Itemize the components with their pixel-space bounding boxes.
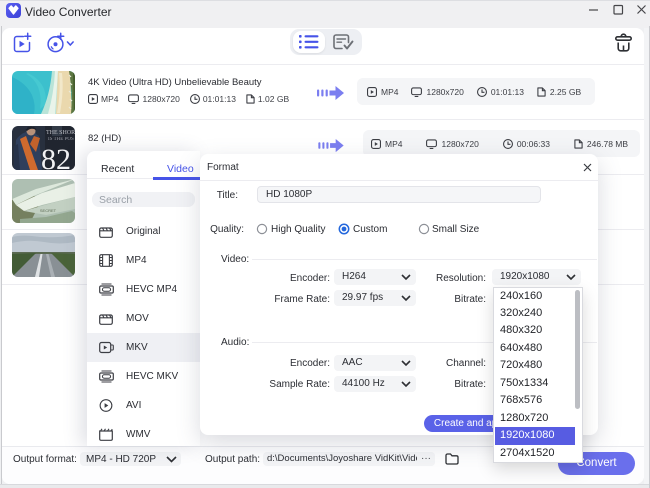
- svg-text:SECRET: SECRET: [40, 208, 57, 213]
- svg-text:THE SHORES: THE SHORES: [46, 130, 75, 136]
- svg-text:82: 82: [41, 143, 71, 170]
- svg-text:IS THE POS: IS THE POS: [48, 137, 74, 142]
